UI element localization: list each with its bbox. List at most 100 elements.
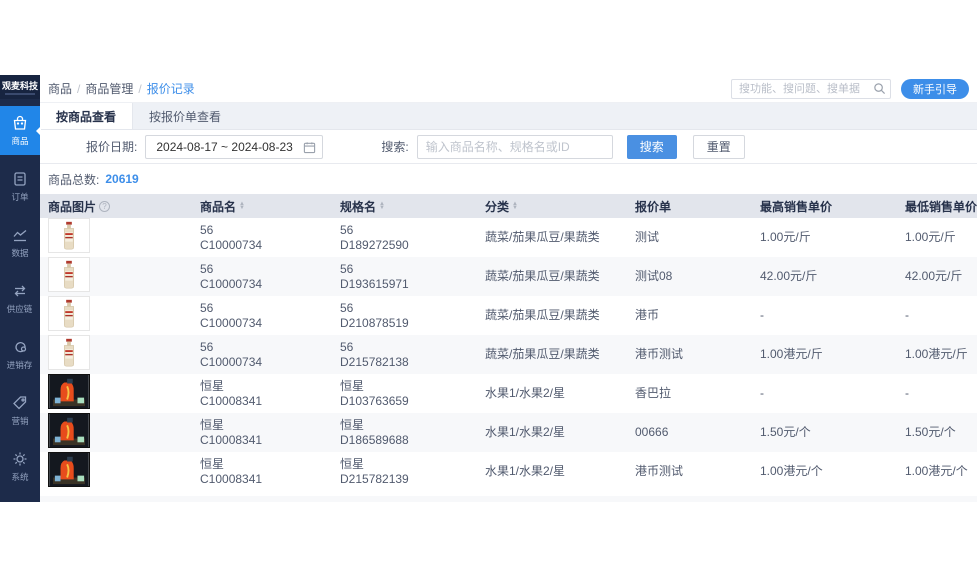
reset-button[interactable]: 重置: [693, 135, 745, 159]
col-header-spec[interactable]: 规格名 ▲▼: [332, 198, 477, 215]
table-row[interactable]: 恒星 C10008341 恒星 D215782139 水果1/水果2/星 港币测…: [40, 452, 977, 491]
breadcrumb-separator: /: [138, 82, 141, 96]
keyword-input[interactable]: [417, 135, 613, 159]
spec-id: D103763659: [340, 394, 477, 409]
supply-chain-icon: [11, 282, 29, 300]
main-panel: 商品 / 商品管理 / 报价记录 新手引导 按商: [40, 75, 977, 502]
tab-by-quote-sheet[interactable]: 按报价单查看: [133, 103, 237, 129]
topbar-right: 新手引导: [731, 79, 969, 99]
col-header-label: 报价单: [635, 198, 671, 215]
cell-quote-sheet: 测试: [627, 230, 752, 245]
sort-icon[interactable]: ▲▼: [239, 202, 245, 210]
cell-spec-name: 56 D210878519: [332, 301, 477, 331]
spec-id: D189272590: [340, 238, 477, 253]
sidebar-item-goods[interactable]: 商品: [0, 106, 40, 155]
product-image[interactable]: [48, 374, 90, 409]
product-id: C10008341: [200, 472, 332, 487]
sidebar-item-inventory[interactable]: 进销存: [0, 330, 40, 379]
breadcrumb: 商品 / 商品管理 / 报价记录: [48, 80, 195, 97]
sidebar-item-system[interactable]: 系统: [0, 442, 40, 491]
spec-name: 56: [340, 301, 477, 316]
cell-min-price: -: [897, 386, 977, 401]
cell-max-price: 1.50元/个: [752, 425, 897, 440]
product-name: 56: [200, 262, 332, 277]
spec-id: D215782138: [340, 355, 477, 370]
cell-category: 水果1/水果2/星: [477, 464, 627, 479]
cell-image: [40, 452, 192, 491]
cell-product-name: 56 C10000734: [192, 301, 332, 331]
search-button[interactable]: 搜索: [627, 135, 677, 159]
cell-category: 蔬菜/茄果瓜豆/果蔬类: [477, 269, 627, 284]
table-row[interactable]: 56 C10000734 56 D189272590 蔬菜/茄果瓜豆/果蔬类 测…: [40, 218, 977, 257]
product-image[interactable]: [48, 257, 90, 292]
help-icon[interactable]: ?: [99, 201, 110, 212]
cell-category: 蔬菜/茄果瓜豆/果蔬类: [477, 230, 627, 245]
sidebar-item-data[interactable]: 数据: [0, 218, 40, 267]
sidebar-item-supply-chain[interactable]: 供应链: [0, 274, 40, 323]
col-header-category[interactable]: 分类 ▲▼: [477, 198, 627, 215]
sidebar-item-orders[interactable]: 订单: [0, 162, 40, 211]
global-search-input[interactable]: [731, 79, 891, 99]
gear-icon: [11, 450, 29, 468]
chart-icon: [11, 226, 29, 244]
order-icon: [11, 170, 29, 188]
cell-image: [40, 335, 192, 374]
date-range-picker[interactable]: 2024-08-17 ~ 2024-08-23: [145, 135, 323, 159]
topbar: 商品 / 商品管理 / 报价记录 新手引导: [40, 75, 977, 103]
sidebar-item-label: 商品: [11, 134, 28, 146]
col-header-quote: 报价单: [627, 198, 752, 215]
table-row[interactable]: 56 C10000734 56 D210878519 蔬菜/茄果瓜豆/果蔬类 港…: [40, 296, 977, 335]
breadcrumb-item[interactable]: 商品管理: [85, 80, 133, 97]
product-image[interactable]: [48, 218, 90, 253]
search-icon[interactable]: [873, 82, 886, 95]
sidebar-item-label: 进销存: [7, 358, 33, 370]
cell-spec-name: 恒星 D215782139: [332, 457, 477, 487]
cell-image: [40, 257, 192, 296]
spec-name: 56: [340, 340, 477, 355]
col-header-name[interactable]: 商品名 ▲▼: [192, 198, 332, 215]
table-row[interactable]: 恒星 C10008341 恒星 D186589688 水果1/水果2/星 006…: [40, 413, 977, 452]
cell-quote-sheet: 港币测试: [627, 464, 752, 479]
brand-logo-subline: [5, 93, 35, 95]
table-row[interactable]: 恒星 C10008341 恒星 D103763659 水果1/水果2/星 香巴拉…: [40, 374, 977, 413]
table-row[interactable]: 56 C10000734 56 D215782138 蔬菜/茄果瓜豆/果蔬类 港…: [40, 335, 977, 374]
tab-bar: 按商品查看 按报价单查看: [40, 103, 977, 130]
global-search: [731, 79, 891, 99]
cell-quote-sheet: 香巴拉: [627, 386, 752, 401]
date-range-value: 2024-08-17 ~ 2024-08-23: [156, 140, 292, 154]
cell-quote-sheet: 港币测试: [627, 347, 752, 362]
cell-quote-sheet: 港币: [627, 308, 752, 323]
sidebar-item-label: 供应链: [7, 302, 33, 314]
product-id: C10000734: [200, 316, 332, 331]
cell-min-price: 42.00元/斤: [897, 269, 977, 284]
breadcrumb-item[interactable]: 商品: [48, 80, 72, 97]
guide-button[interactable]: 新手引导: [901, 79, 969, 99]
product-name: 恒星: [200, 418, 332, 433]
table-row[interactable]: 56 C10000734 56 D193615971 蔬菜/茄果瓜豆/果蔬类 测…: [40, 257, 977, 296]
screen: 观麦科技 商品 订单 数据: [0, 0, 977, 577]
cell-max-price: 1.00港元/斤: [752, 347, 897, 362]
app-window: 观麦科技 商品 订单 数据: [0, 75, 977, 502]
spec-id: D193615971: [340, 277, 477, 292]
spec-name: 恒星: [340, 457, 477, 472]
sidebar-item-label: 系统: [11, 470, 28, 482]
col-header-label: 最高销售单价: [760, 198, 832, 215]
sort-icon[interactable]: ▲▼: [379, 202, 385, 210]
col-header-label: 分类: [485, 198, 509, 215]
sort-icon[interactable]: ▲▼: [512, 202, 518, 210]
product-image[interactable]: [48, 296, 90, 331]
product-image[interactable]: [48, 413, 90, 448]
cell-spec-name: 恒星 D103763659: [332, 379, 477, 409]
cell-category: 水果1/水果2/星: [477, 386, 627, 401]
keyword-label: 搜索:: [381, 138, 408, 155]
breadcrumb-separator: /: [77, 82, 80, 96]
spec-name: 恒星: [340, 418, 477, 433]
cell-product-name: 56 C10000734: [192, 340, 332, 370]
tab-by-product[interactable]: 按商品查看: [40, 103, 133, 129]
col-header-max-price: 最高销售单价: [752, 198, 897, 215]
cell-quote-sheet: 00666: [627, 425, 752, 440]
sidebar-item-marketing[interactable]: 营销: [0, 386, 40, 435]
product-image[interactable]: [48, 452, 90, 487]
product-image[interactable]: [48, 335, 90, 370]
product-id: C10000734: [200, 277, 332, 292]
